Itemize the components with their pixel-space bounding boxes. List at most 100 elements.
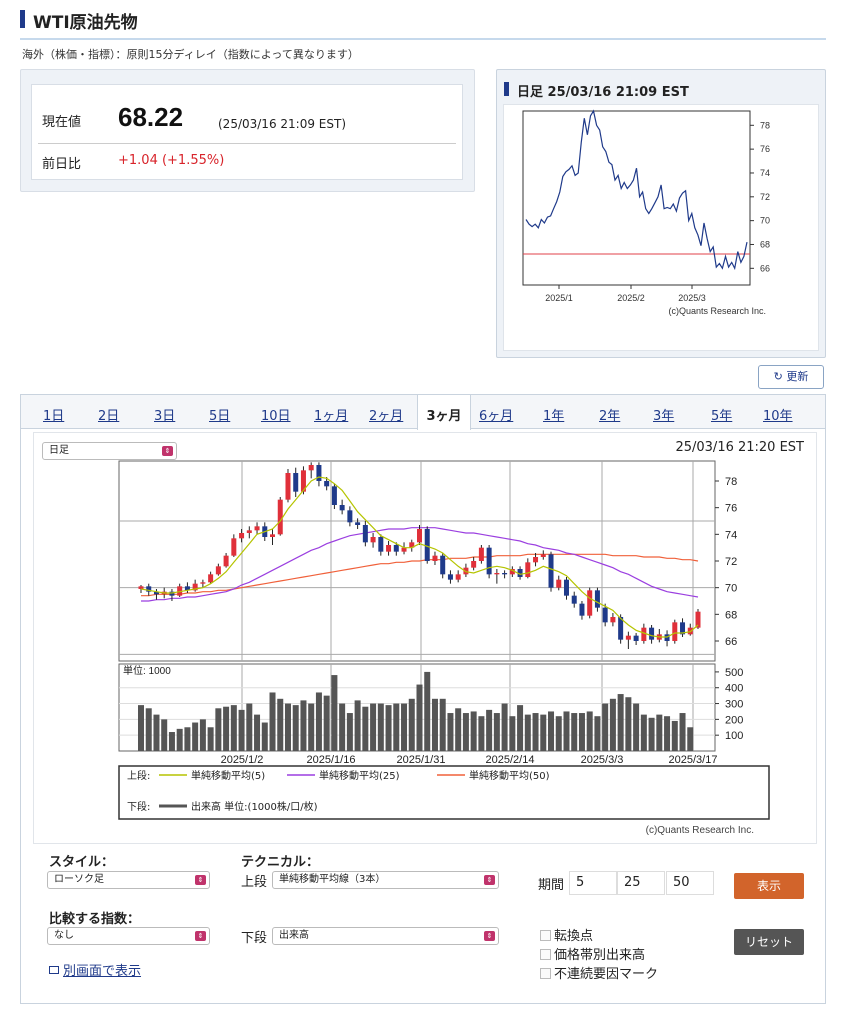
- candle-body: [208, 574, 214, 583]
- volume-bar: [284, 703, 291, 751]
- volume-bar: [524, 714, 531, 751]
- candle-body: [246, 530, 252, 533]
- volume-bar: [470, 711, 477, 751]
- tab-10日[interactable]: 10日: [261, 405, 291, 424]
- tab-3ヶ月[interactable]: 3ヶ月: [417, 395, 471, 430]
- mini-x-tick-label: 2025/3: [678, 293, 706, 303]
- candle-body: [239, 533, 245, 539]
- volume-bar: [679, 713, 686, 751]
- volume-y-tick-label: 500: [725, 667, 743, 679]
- compare-select[interactable]: なし ⇕: [47, 927, 210, 945]
- volume-bar: [346, 713, 353, 751]
- volume-bar: [664, 716, 671, 751]
- volume-bar: [532, 713, 539, 751]
- checkbox-box[interactable]: [540, 930, 551, 941]
- tab-10年[interactable]: 10年: [763, 405, 793, 424]
- refresh-icon: ↻: [773, 370, 787, 383]
- checkbox-box[interactable]: [540, 968, 551, 979]
- checkbox-discontinuity-mark[interactable]: 不連続要因マーク: [540, 963, 658, 982]
- volume-bar: [176, 728, 183, 751]
- candle-body: [215, 566, 221, 575]
- candle-body: [649, 627, 655, 640]
- volume-bar: [292, 705, 299, 751]
- volume-bar: [687, 727, 694, 751]
- volume-bar: [656, 714, 663, 751]
- volume-bar: [439, 698, 446, 751]
- legend-upper-label: 上段:: [127, 769, 150, 782]
- tab-5日[interactable]: 5日: [209, 405, 230, 424]
- mini-plot-frame: [522, 110, 751, 286]
- legend-lower-label: 下段:: [127, 800, 150, 813]
- tab-6ヶ月[interactable]: 6ヶ月: [479, 405, 513, 424]
- main-chart-box: 日足 ⇕ 25/03/16 21:20 EST 78 76 74 72 70 68 66 単位…: [33, 432, 817, 844]
- volume-bar: [199, 719, 206, 751]
- candle-body: [579, 603, 585, 616]
- price-y-tick-label: 74: [725, 529, 737, 541]
- upper-technical-select[interactable]: 単純移動平均線（3本） ⇕: [272, 871, 499, 889]
- refresh-button[interactable]: ↻ 更新: [758, 365, 824, 389]
- tab-3年[interactable]: 3年: [653, 405, 674, 424]
- volume-bar: [254, 714, 261, 751]
- candle-body: [200, 582, 206, 584]
- candle-body: [339, 505, 345, 511]
- select-arrow-icon: ⇕: [484, 931, 495, 941]
- candle-body: [231, 538, 237, 556]
- tab-1年[interactable]: 1年: [543, 405, 564, 424]
- tab-2日[interactable]: 2日: [98, 405, 119, 424]
- checkbox-turning-point[interactable]: 転換点: [540, 925, 593, 944]
- volume-y-tick-label: 300: [725, 699, 743, 711]
- open-new-window-link[interactable]: 別画面で表示: [49, 960, 141, 979]
- show-button[interactable]: 表示: [734, 873, 804, 899]
- candle-body: [277, 499, 283, 535]
- lower-technical-select[interactable]: 出来高 ⇕: [272, 927, 499, 945]
- volume-bar: [223, 706, 230, 751]
- tab-1日[interactable]: 1日: [43, 405, 64, 424]
- style-select[interactable]: ローソク足 ⇕: [47, 871, 210, 889]
- volume-bar: [138, 705, 144, 751]
- price-y-tick-label: 66: [725, 636, 737, 648]
- candle-body: [455, 574, 461, 580]
- price-y-tick-label: 72: [725, 556, 737, 568]
- candle-body: [548, 554, 554, 588]
- tab-5年[interactable]: 5年: [711, 405, 732, 424]
- mini-y-tick-label: 66: [760, 263, 770, 273]
- volume-bar: [261, 722, 268, 751]
- main-chart-credit: (c)Quants Research Inc.: [646, 825, 754, 836]
- period-input-2[interactable]: 25: [617, 871, 665, 895]
- candle-body: [254, 526, 260, 531]
- volume-bar: [548, 711, 555, 751]
- new-window-label: 別画面で表示: [63, 964, 142, 979]
- period-input-3[interactable]: 50: [666, 871, 714, 895]
- style-value: ローソク足: [54, 874, 104, 885]
- checkbox-volume-by-price[interactable]: 価格帯別出来高: [540, 944, 645, 963]
- current-value: 68.22: [118, 102, 184, 132]
- period-input-1[interactable]: 5: [569, 871, 617, 895]
- quote-inner: 現在値 68.22 (25/03/16 21:09 EST) 前日比 +1.04…: [31, 84, 463, 180]
- tab-1ヶ月[interactable]: 1ヶ月: [314, 405, 348, 424]
- checkbox-box[interactable]: [540, 949, 551, 960]
- checkbox-label: 価格帯別出来高: [554, 948, 646, 963]
- volume-bar: [431, 698, 438, 751]
- candle-body: [378, 537, 384, 552]
- volume-bar: [408, 698, 415, 751]
- volume-bar: [563, 711, 570, 751]
- tab-2ヶ月[interactable]: 2ヶ月: [369, 405, 403, 424]
- volume-bar: [478, 716, 485, 751]
- checkbox-label: 不連続要因マーク: [554, 967, 659, 982]
- reset-button[interactable]: リセット: [734, 929, 804, 955]
- mini-y-tick-label: 74: [760, 168, 770, 178]
- candle-body: [633, 635, 639, 641]
- volume-bar: [509, 716, 516, 751]
- chart-panel: 1日 2日 3日 5日 10日 1ヶ月 2ヶ月 3ヶ月 6ヶ月 1年 2年 3年 5年 10年 日足 ⇕ …: [20, 394, 826, 1004]
- volume-bar: [501, 703, 508, 751]
- tab-3日[interactable]: 3日: [154, 405, 175, 424]
- lower-label: 下段: [241, 931, 268, 946]
- candle-body: [308, 465, 314, 471]
- style-label: スタイル：: [49, 855, 115, 870]
- technical-label: テクニカル：: [241, 855, 320, 870]
- quote-box: 現在値 68.22 (25/03/16 21:09 EST) 前日比 +1.04…: [20, 69, 475, 192]
- volume-bar: [377, 703, 384, 751]
- tab-2年[interactable]: 2年: [599, 405, 620, 424]
- volume-bar: [640, 714, 647, 751]
- mini-chart-box: 日足 25/03/16 21:09 EST 78 76 74 72 70 68 66 2025…: [496, 69, 826, 358]
